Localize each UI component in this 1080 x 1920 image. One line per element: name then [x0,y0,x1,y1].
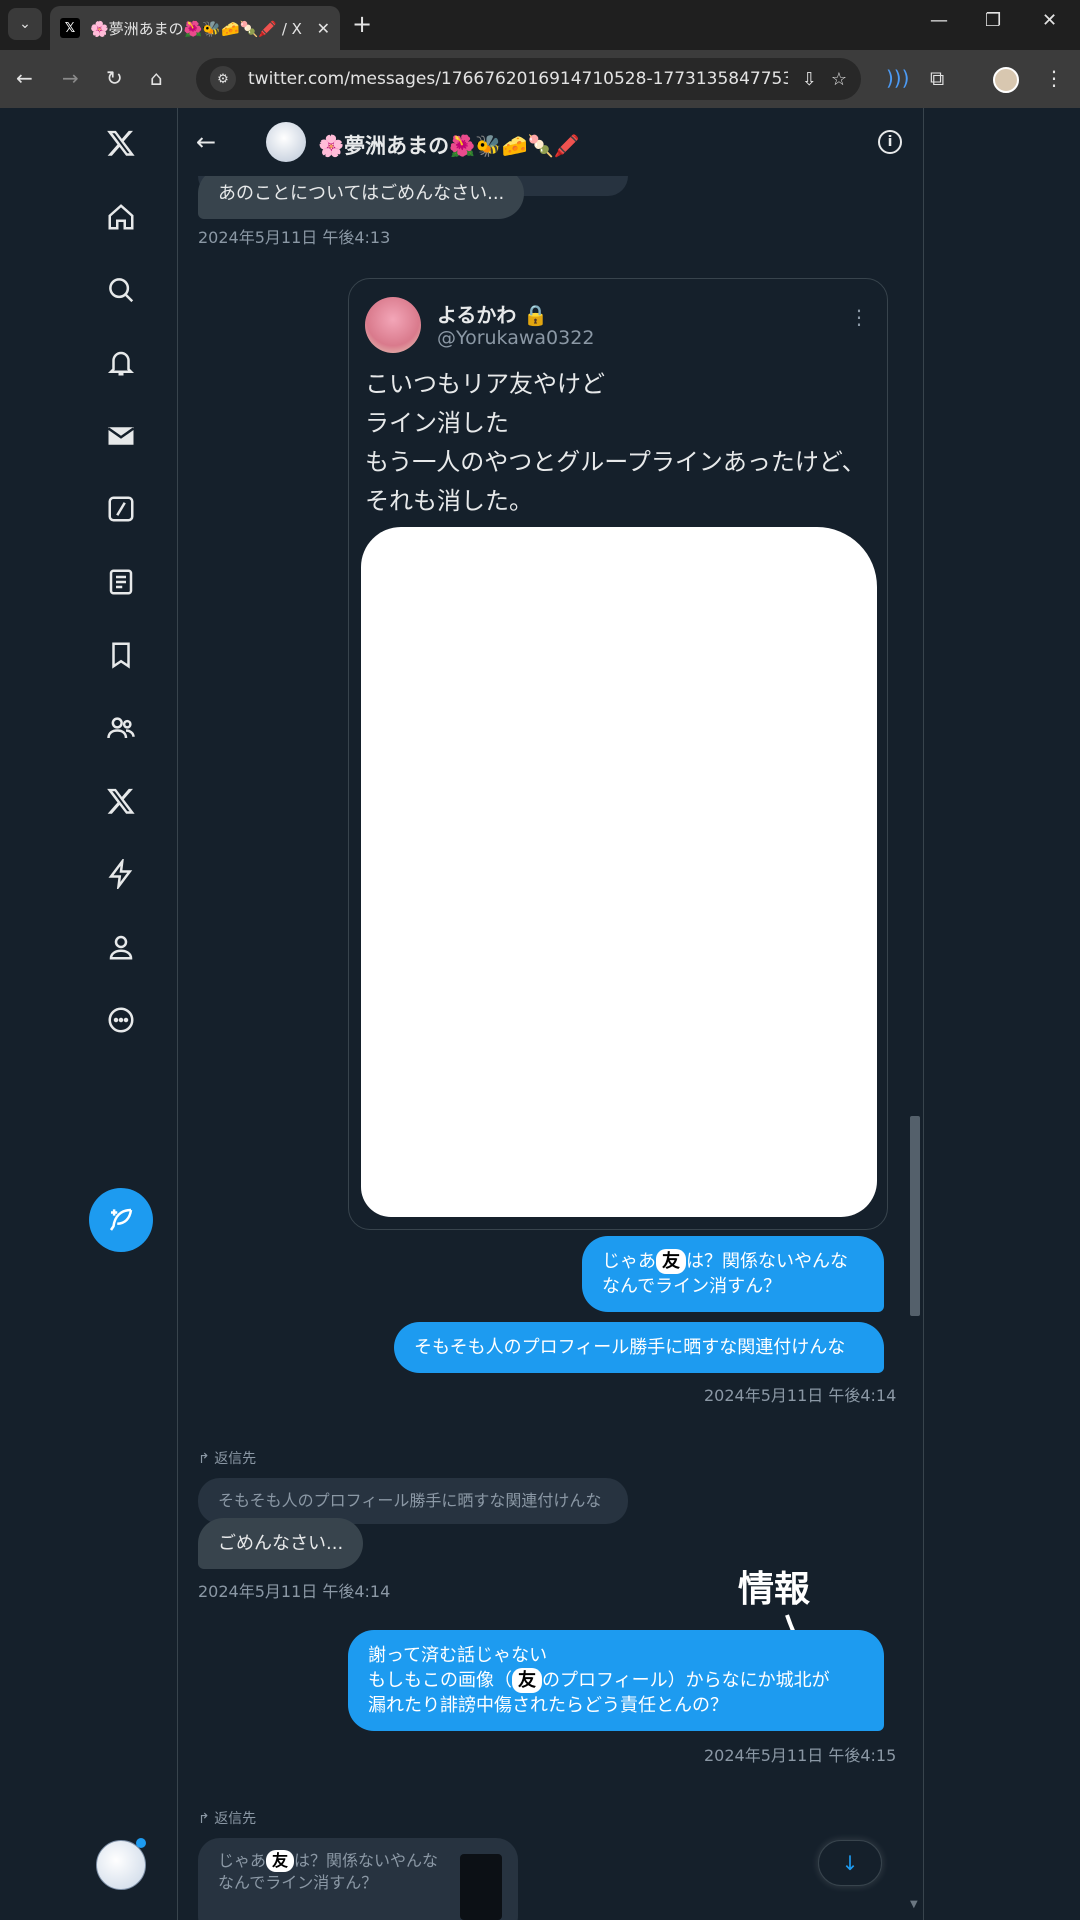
conversation-name[interactable]: 🌸夢洲あまの🌺🐝🧀🍡🖍️ [318,130,580,160]
url-text[interactable]: twitter.com/messages/1766762016914710528… [248,69,788,89]
bookmark-star-icon[interactable]: ☆ [831,69,847,90]
premium-nav-icon[interactable] [96,776,146,826]
media-cast-icon[interactable]: ))) [886,66,909,90]
messages-nav-icon[interactable] [96,411,146,461]
browser-tab[interactable]: 𝕏 🌸夢洲あまの🌺🐝🧀🍡🖍️ / X ✕ [50,6,340,50]
scroll-to-bottom-button[interactable]: ↓ [818,1840,882,1886]
redacted-media[interactable] [361,527,877,1217]
tweet-author-name[interactable]: よるかわ 🔒 [437,299,548,328]
back-arrow-icon[interactable]: ← [196,128,216,156]
tweet-author-handle[interactable]: @Yorukawa0322 [437,327,594,349]
close-tab-icon[interactable]: ✕ [317,19,330,38]
x-sidebar-nav [0,108,178,1920]
back-icon[interactable]: ← [16,66,33,90]
tweet-text: こいつもリア友やけど ライン消した もう一人のやつとグループラインあったけど、そ… [365,370,866,515]
conversation-info-icon[interactable]: i [878,130,902,154]
bookmarks-nav-icon[interactable] [96,630,146,680]
reply-to-label: ↱ 返信先 [198,1811,257,1827]
tweet-author-avatar[interactable] [365,297,421,353]
forward-icon[interactable]: → [62,66,79,90]
search-nav-icon[interactable] [96,265,146,315]
notifications-nav-icon[interactable] [96,338,146,388]
profile-avatar-icon[interactable] [993,67,1019,93]
x-favicon-icon: 𝕏 [60,18,80,38]
communities-nav-icon[interactable] [96,703,146,753]
reload-icon[interactable]: ↻ [106,66,123,90]
home-icon[interactable]: ⌂ [150,66,163,90]
message-timestamp: 2024年5月11日 午後4:14 [198,1582,391,1601]
grok-nav-icon[interactable] [96,484,146,534]
reply-to-label: ↱ 返信先 [198,1451,257,1467]
incoming-message[interactable]: ごめんなさい... [198,1518,364,1569]
outgoing-message[interactable]: そもそも人のプロフィール勝手に晒すな関連付けんな [394,1322,884,1373]
lists-nav-icon[interactable] [96,557,146,607]
minimize-icon[interactable]: — [930,10,948,31]
conversation-pane: ← 🌸夢洲あまの🌺🐝🧀🍡🖍️ i あのことについてはごめんなさい... 2024… [178,108,924,1920]
scrollbar-thumb[interactable] [910,1116,920,1316]
extensions-icon[interactable]: ⧉ [930,66,944,90]
verified-orgs-nav-icon[interactable] [96,849,146,899]
message-timestamp: 2024年5月11日 午後4:14 [704,1386,897,1405]
unread-dot-icon [136,1838,146,1848]
compose-post-button[interactable] [89,1188,153,1252]
message-timestamp: 2024年5月11日 午後4:15 [704,1746,897,1765]
scrollbar[interactable]: ▼ [906,176,922,1920]
home-nav-icon[interactable] [96,192,146,242]
x-logo-icon[interactable] [96,118,146,168]
browser-menu-icon[interactable]: ⋮ [1044,66,1064,90]
handwritten-annotation: 情報 [738,1568,811,1610]
browser-tab-bar: ⌄ 𝕏 🌸夢洲あまの🌺🐝🧀🍡🖍️ / X ✕ + — ❐ ✕ [0,0,1080,50]
redacted-name: 友 [266,1850,295,1872]
more-nav-icon[interactable] [96,995,146,1045]
outgoing-message[interactable]: 謝って済む話じゃない もしもこの画像（友のプロフィール）からなにか城北が 漏れた… [348,1630,884,1731]
install-app-icon[interactable]: ⇩ [802,69,817,90]
conversation-header: ← 🌸夢洲あまの🌺🐝🧀🍡🖍️ i [178,108,923,176]
scroll-down-arrow-icon[interactable]: ▼ [910,1899,918,1910]
message-timestamp: 2024年5月11日 午後4:13 [198,228,391,247]
browser-toolbar: ← → ↻ ⌂ ⚙ twitter.com/messages/176676201… [0,50,1080,108]
lock-icon: 🔒 [523,303,549,327]
outgoing-message[interactable]: じゃあ友は？関係ないやんな なんでライン消すん？ [582,1236,884,1312]
new-tab-button[interactable]: + [352,10,372,38]
shared-tweet-card[interactable]: よるかわ 🔒 @Yorukawa0322 ⋮ こいつもリア友やけど ライン消した… [348,278,888,1230]
redacted-name: 友 [512,1668,542,1693]
conversation-avatar[interactable] [266,122,306,162]
right-blank-area [924,108,1080,1920]
address-bar[interactable]: ⚙ twitter.com/messages/17667620169147105… [196,58,861,100]
redacted-name: 友 [656,1249,686,1274]
restore-icon[interactable]: ❐ [985,10,1001,31]
tab-search-button[interactable]: ⌄ [8,8,42,40]
reply-image-thumbnail[interactable] [460,1854,502,1920]
tweet-more-icon[interactable]: ⋮ [849,305,869,329]
profile-nav-icon[interactable] [96,922,146,972]
close-window-icon[interactable]: ✕ [1042,10,1057,31]
site-info-icon[interactable]: ⚙ [210,66,236,92]
tab-title: 🌸夢洲あまの🌺🐝🧀🍡🖍️ / X [90,19,302,38]
